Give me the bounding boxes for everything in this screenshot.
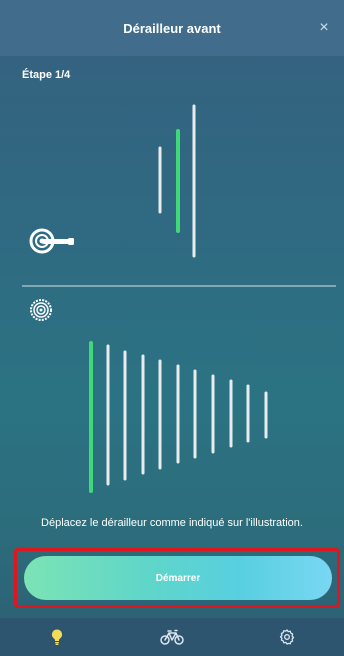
- tab-tips[interactable]: [37, 618, 77, 656]
- lightbulb-icon: [52, 629, 63, 645]
- crankset-icon: [29, 228, 74, 254]
- close-icon[interactable]: ×: [316, 20, 332, 36]
- tab-bike[interactable]: [152, 618, 192, 656]
- start-button[interactable]: Démarrer: [24, 556, 332, 600]
- cassette-icon: [30, 299, 52, 321]
- bicycle-icon: [160, 629, 184, 645]
- header-bar: Dérailleur avant ×: [0, 0, 344, 56]
- tab-settings[interactable]: [267, 618, 307, 656]
- bottom-tab-bar: [0, 618, 344, 656]
- instruction-text: Déplacez le dérailleur comme indiqué sur…: [41, 517, 303, 529]
- page-title: Dérailleur avant: [123, 20, 221, 36]
- rear-sprockets: [89, 341, 268, 493]
- front-chainrings: [158, 104, 196, 258]
- step-indicator: Étape 1/4: [22, 69, 71, 81]
- gear-icon: [279, 629, 294, 645]
